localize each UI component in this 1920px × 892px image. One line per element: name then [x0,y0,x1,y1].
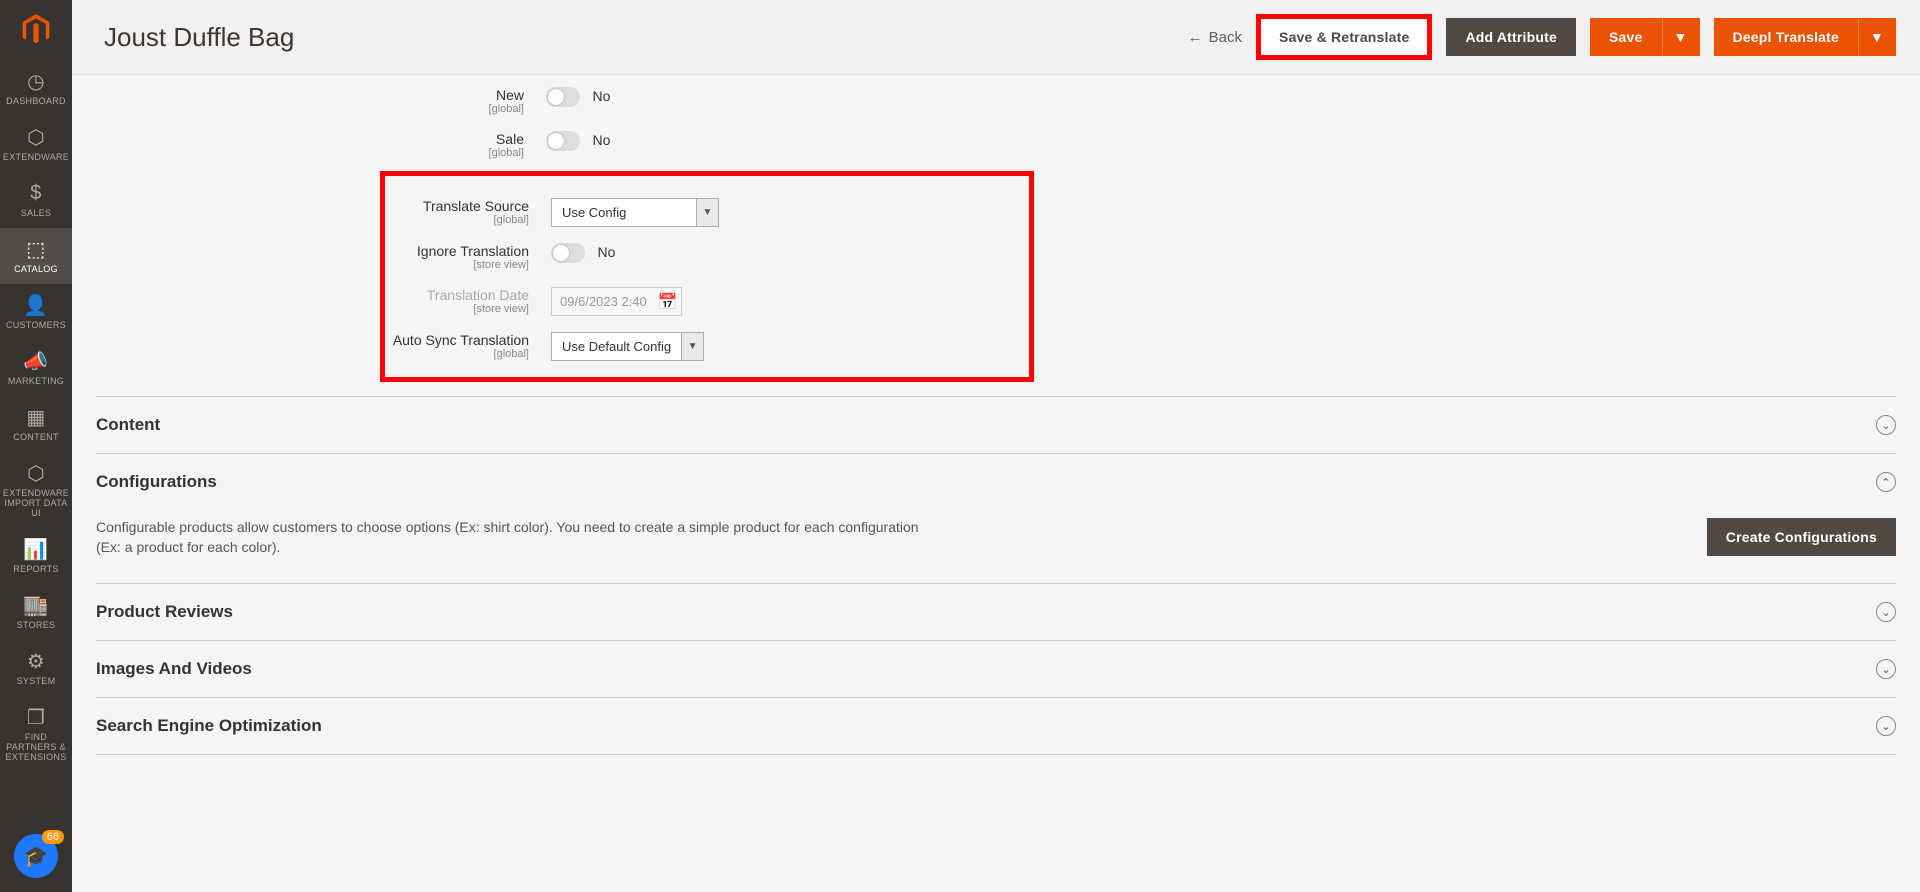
layout-icon: ▦ [26,406,45,428]
nav-marketing[interactable]: 📣MARKETING [0,340,72,396]
form-area: New[global] No Sale[global] No Translate… [72,75,1920,795]
caret-down-icon: ▼ [1673,29,1687,45]
help-fab[interactable]: 🎓 66 [14,834,58,878]
page-header: Joust Duffle Bag ←Back Save & Retranslat… [72,0,1920,75]
chart-icon: 📊 [23,538,48,560]
chevron-down-icon: ⌄ [1876,659,1896,679]
translation-date-input[interactable]: 09/6/2023 2:40 📅 [551,287,682,316]
nav-customers[interactable]: 👤CUSTOMERS [0,284,72,340]
create-configurations-button[interactable]: Create Configurations [1707,518,1896,556]
field-ignore-translation: Ignore Translation[store view] No [385,235,1029,279]
translate-source-select[interactable]: Use Config ▼ [551,198,719,227]
cube-icon: ❐ [27,706,45,728]
magento-logo[interactable] [0,0,72,60]
magento-logo-icon [20,14,52,46]
gear-icon: ⚙ [27,650,45,672]
sale-value: No [592,132,610,148]
sale-toggle[interactable] [546,131,580,151]
deepl-dropdown[interactable]: ▼ [1858,18,1896,56]
section-content[interactable]: Content ⌄ [96,396,1896,453]
dollar-icon: $ [30,182,41,204]
hexagon-icon: ⬡ [27,126,45,148]
section-images-videos[interactable]: Images And Videos ⌄ [96,640,1896,697]
chevron-up-icon: ⌃ [1876,472,1896,492]
nav-system[interactable]: ⚙SYSTEM [0,640,72,696]
field-auto-sync: Auto Sync Translation[global] Use Defaul… [385,324,1029,369]
configurations-description: Configurable products allow customers to… [96,518,936,557]
caret-down-icon: ▼ [1870,29,1884,45]
field-translation-date: Translation Date[store view] 09/6/2023 2… [385,279,1029,324]
nav-stores[interactable]: 🏬STORES [0,584,72,640]
ignore-translation-toggle[interactable] [551,243,585,263]
chevron-down-icon: ▼ [696,199,718,226]
chevron-down-icon: ⌄ [1876,602,1896,622]
nav-extendware[interactable]: ⬡EXTENDWARE [0,116,72,172]
store-icon: 🏬 [23,594,48,616]
gauge-icon: ◷ [27,70,45,92]
header-actions: ←Back Save & Retranslate Add Attribute S… [1188,14,1896,60]
chevron-down-icon: ⌄ [1876,716,1896,736]
graduation-icon: 🎓 [24,844,49,869]
section-configurations[interactable]: Configurations ⌃ [96,453,1896,510]
add-attribute-button[interactable]: Add Attribute [1446,18,1576,56]
admin-sidebar: ◷DASHBOARD ⬡EXTENDWARE $SALES ⬚CATALOG 👤… [0,0,72,892]
main-content: Joust Duffle Bag ←Back Save & Retranslat… [72,0,1920,795]
configurations-body: Configurable products allow customers to… [96,510,1896,583]
nav-extendware-import[interactable]: ⬡EXTENDWARE IMPORT DATA UI [0,452,72,528]
field-sale: Sale[global] No [96,123,1896,167]
page-title: Joust Duffle Bag [104,22,294,53]
megaphone-icon: 📣 [23,350,48,372]
section-seo[interactable]: Search Engine Optimization ⌄ [96,697,1896,755]
nav-catalog[interactable]: ⬚CATALOG [0,228,72,284]
nav-partners[interactable]: ❐FIND PARTNERS & EXTENSIONS [0,696,72,772]
save-retranslate-button[interactable]: Save & Retranslate [1256,14,1432,60]
deepl-translate-button[interactable]: Deepl Translate [1714,18,1859,56]
new-toggle[interactable] [546,87,580,107]
auto-sync-select[interactable]: Use Default Config ▼ [551,332,704,361]
person-icon: 👤 [23,294,48,316]
deepl-button-group: Deepl Translate ▼ [1714,18,1897,56]
nav-dashboard[interactable]: ◷DASHBOARD [0,60,72,116]
field-translate-source: Translate Source[global] Use Config ▼ [385,190,1029,235]
box-icon: ⬚ [26,238,45,260]
chevron-down-icon: ▼ [681,333,703,360]
save-button[interactable]: Save [1590,18,1662,56]
nav-content[interactable]: ▦CONTENT [0,396,72,452]
calendar-icon: 📅 [655,288,681,315]
field-new: New[global] No [96,79,1896,123]
translation-fields-highlight: Translate Source[global] Use Config ▼ Ig… [380,171,1034,382]
chevron-down-icon: ⌄ [1876,415,1896,435]
save-dropdown[interactable]: ▼ [1662,18,1700,56]
arrow-left-icon: ← [1188,29,1203,46]
fab-badge: 66 [42,830,64,844]
nav-reports[interactable]: 📊REPORTS [0,528,72,584]
new-value: No [592,88,610,104]
hexagon-icon: ⬡ [27,462,45,484]
back-button[interactable]: ←Back [1188,29,1242,46]
section-product-reviews[interactable]: Product Reviews ⌄ [96,583,1896,640]
save-button-group: Save ▼ [1590,18,1700,56]
nav-sales[interactable]: $SALES [0,172,72,228]
